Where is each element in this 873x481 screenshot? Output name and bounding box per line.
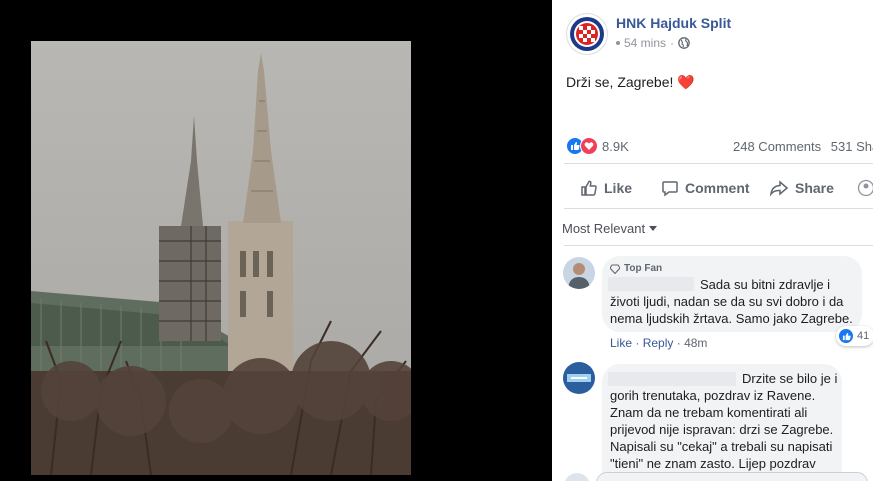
comment-bubble: Drzite se bilo je i gorih trenutaka, poz… [602,364,842,481]
comment-body: Drzite se bilo je i gorih trenutaka, poz… [610,371,838,481]
diamond-icon [610,263,620,274]
page-avatar[interactable] [566,13,608,55]
left-spire [181,116,203,226]
cathedral-illustration [31,53,411,475]
top-fan-label: Top Fan [624,263,663,274]
comment-sort-dropdown[interactable]: Most Relevant [562,221,658,236]
shares-count-link[interactable]: 531 Sha [831,139,873,154]
reply-composer-avatar [564,473,590,481]
divider [564,245,873,246]
divider [564,163,873,164]
post-time[interactable]: 54 mins [624,36,666,50]
thumbs-up-icon [581,180,597,196]
separator-dot: · [635,336,643,350]
share-button-label: Share [795,180,834,196]
like-button[interactable]: Like [580,179,632,197]
comment-sort-label: Most Relevant [562,221,646,236]
avatar [563,362,595,394]
separator-dot: · [670,36,675,50]
like-reaction-icon [838,328,854,344]
post-text: Drži se, Zagrebe! ❤️ [566,74,695,90]
page-name-link[interactable]: HNK Hajduk Split [616,15,731,31]
separator-dot: · [676,336,685,350]
comment-reactions-count[interactable]: 41 [836,326,873,346]
profile-icon [857,179,873,197]
post-meta: 54 mins · [616,36,690,50]
comment-time[interactable]: 48m [684,336,707,350]
left-tower [159,226,221,341]
post-side-panel: HNK Hajduk Split 54 mins · Drži se, Zagr… [552,0,873,481]
right-spire [243,53,281,223]
comment-like-link[interactable]: Like [610,336,632,350]
share-icon [769,180,789,197]
globe-icon [678,37,690,49]
comment-actions: Like · Reply · 48m [610,336,707,350]
profile-selector-button[interactable] [857,179,873,197]
like-button-label: Like [604,180,633,196]
comment-reply-link[interactable]: Reply [643,336,674,350]
comment-bubble: Top Fan Sada su bitni zdravlje i životi … [602,256,862,332]
hajduk-logo-icon [570,17,604,51]
right-tower [228,221,293,371]
commenter-name-redacted[interactable] [608,277,694,291]
comment-text: Drzite se bilo je i gorih trenutaka, poz… [608,370,838,481]
comment-button[interactable]: Comment [661,179,750,197]
reactions-summary[interactable]: 8.9K [566,137,629,155]
top-fan-badge: Top Fan [610,260,662,277]
commenter-avatar[interactable] [563,362,595,394]
comment-text: Sada su bitni zdravlje i životi ljudi, n… [608,276,860,327]
chevron-down-icon [649,225,658,231]
commenter-avatar[interactable] [563,257,595,289]
photo-viewer [0,0,552,481]
avatar [563,257,595,289]
meta-dot [616,41,620,45]
post-photo-cathedral[interactable] [31,41,411,475]
commenter-name-redacted[interactable] [608,372,736,386]
comment-button-label: Comment [685,180,750,196]
love-reaction-icon [580,137,598,155]
reactions-count: 8.9K [602,138,629,154]
comments-count-link[interactable]: 248 Comments [733,139,821,154]
comment-likes-count: 41 [857,330,870,342]
engagement-counts: 248 Comments 531 Sha [733,139,873,154]
comment-icon [662,181,678,197]
share-button[interactable]: Share [769,179,834,197]
reply-composer[interactable] [596,472,868,481]
divider [564,208,873,209]
